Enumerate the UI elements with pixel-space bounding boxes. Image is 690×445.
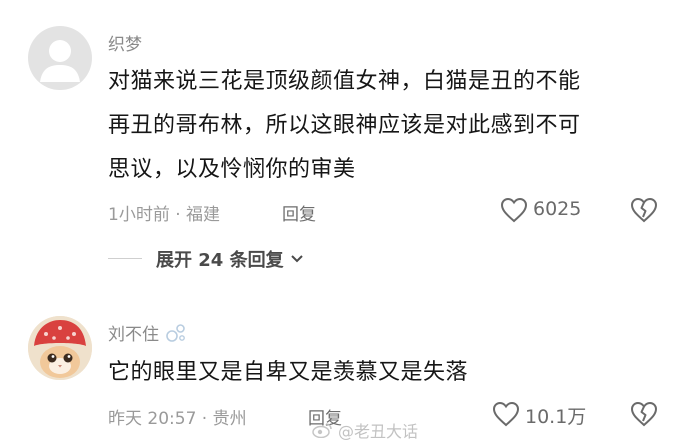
broken-heart-icon (630, 197, 658, 223)
user-avatar[interactable] (28, 316, 92, 380)
divider (108, 258, 142, 259)
comment-text: 对猫来说三花是顶级颜值女神，白猫是丑的不能 再丑的哥布林，所以这眼神应该是对此感… (108, 60, 668, 192)
broken-heart-icon (630, 401, 658, 427)
heart-icon (500, 197, 528, 223)
like-count: 10.1万 (525, 406, 587, 428)
comment-text-line: 再丑的哥布林，所以这眼神应该是对此感到不可 (108, 113, 581, 138)
comment-username-text: 刘不住 (108, 325, 159, 345)
dislike-button[interactable] (630, 401, 658, 427)
cat-in-strawberry-hat-avatar-icon (28, 316, 92, 380)
default-user-avatar-icon (40, 40, 80, 82)
comment-meta: 1小时前 · 福建 (108, 205, 221, 225)
expand-replies-button[interactable]: 展开 24 条回复 (156, 246, 304, 272)
like-button[interactable] (492, 401, 520, 427)
comment-username[interactable]: 刘不住 (108, 320, 187, 345)
user-avatar[interactable] (28, 26, 92, 90)
comment-username[interactable]: 织梦 (108, 30, 142, 55)
watermark: @老丑大话 (312, 418, 418, 442)
reply-button[interactable]: 回复 (282, 200, 316, 225)
like-count: 6025 (533, 198, 582, 220)
comment-text-line: 它的眼里又是自卑又是羡慕又是失落 (108, 360, 469, 385)
watermark-text: @老丑大话 (338, 422, 419, 441)
heart-icon (492, 401, 520, 427)
expand-replies-label: 展开 24 条回复 (156, 250, 284, 271)
dislike-button[interactable] (630, 197, 658, 223)
chevron-down-icon (290, 255, 303, 263)
comment-text: 它的眼里又是自卑又是羡慕又是失落 (108, 351, 668, 395)
weibo-logo-icon (312, 423, 332, 438)
comment-meta: 昨天 20:57 · 贵州 (108, 409, 247, 429)
like-button[interactable] (500, 197, 528, 223)
comment-text-line: 思议，以及怜悯你的审美 (108, 157, 356, 182)
bubbles-icon (166, 323, 185, 342)
comment-text-line: 对猫来说三花是顶级颜值女神，白猫是丑的不能 (108, 69, 581, 94)
